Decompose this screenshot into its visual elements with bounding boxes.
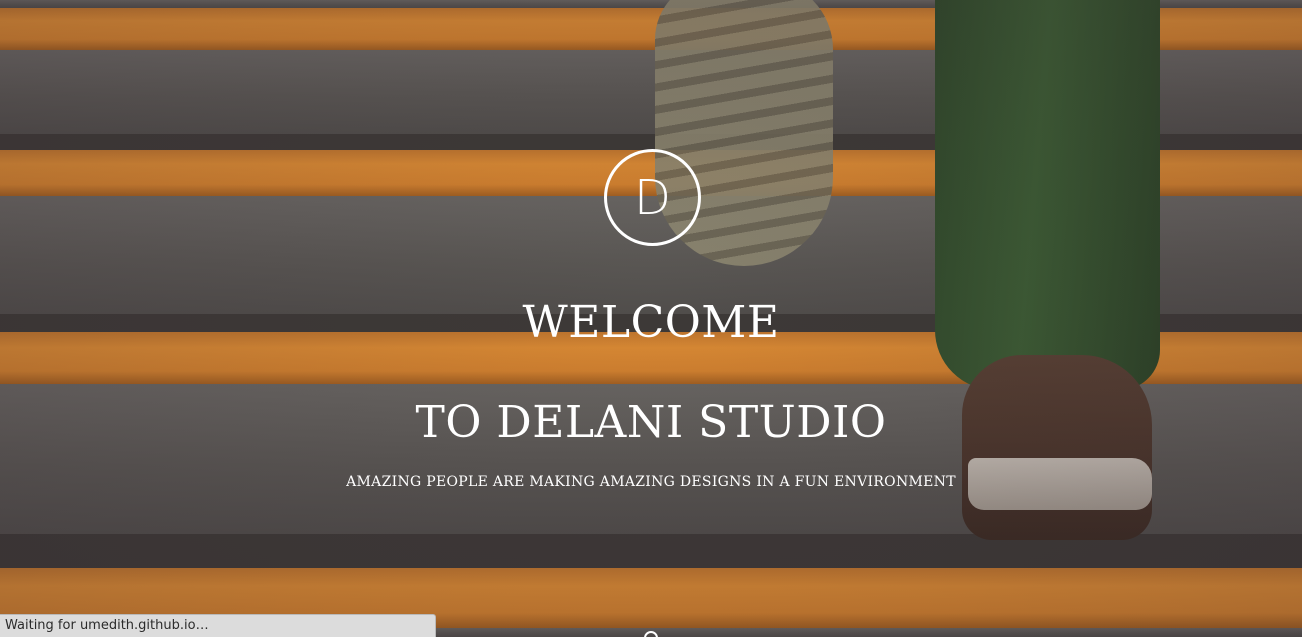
browser-status-bar: Waiting for umedith.github.io… bbox=[0, 614, 436, 637]
tagline: AMAZING PEOPLE ARE MAKING AMAZING DESIGN… bbox=[346, 474, 956, 490]
headline-studio: TO DELANI STUDIO bbox=[415, 397, 887, 448]
status-text: Waiting for umedith.github.io… bbox=[5, 618, 209, 633]
headline-welcome: WELCOME bbox=[522, 297, 780, 348]
logo-icon[interactable]: D bbox=[604, 149, 701, 246]
hero-section: D WELCOME TO DELANI STUDIO AMAZING PEOPL… bbox=[0, 0, 1302, 637]
logo-letter: D bbox=[634, 169, 671, 226]
